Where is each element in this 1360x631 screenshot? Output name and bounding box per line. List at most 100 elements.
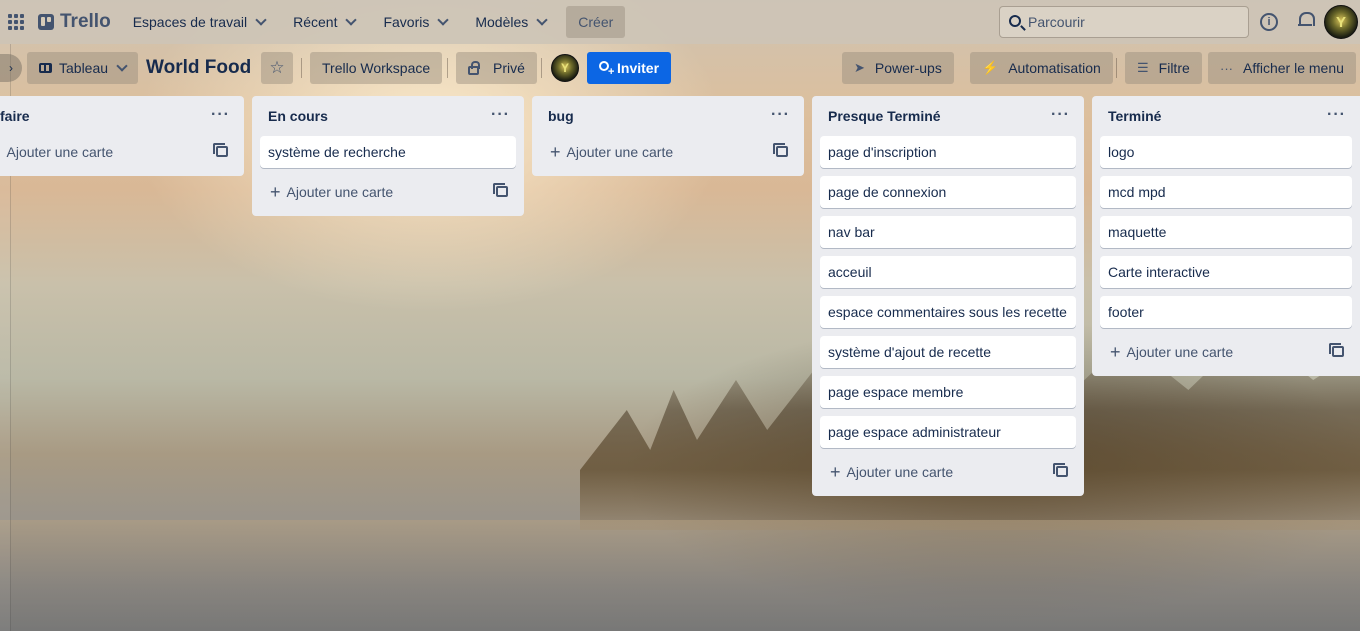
list-title[interactable]: faire [0,108,30,124]
plus-icon: + [830,462,841,482]
trello-logo-icon [38,14,54,30]
powerups-label: Power-ups [874,60,942,76]
app-switcher-icon[interactable] [8,14,24,30]
list-menu-icon[interactable]: ··· [771,106,790,124]
nav-recent[interactable]: Récent [283,6,365,38]
search-icon [1009,15,1021,27]
nav-workspaces-label: Espaces de travail [132,14,248,30]
list-header[interactable]: Presque Terminé ··· [812,96,1084,136]
card[interactable]: page d'inscription [820,136,1076,168]
chevron-down-icon [255,14,267,26]
card[interactable]: Carte interactive [1100,256,1352,288]
bell-icon[interactable] [1298,12,1315,28]
user-avatar[interactable]: Y [1324,5,1358,39]
list-en-cours: En cours ··· système de recherche + Ajou… [252,96,524,216]
more-icon: ··· [1220,60,1233,76]
list-menu-icon[interactable]: ··· [491,106,510,124]
list-bug: bug ··· + Ajouter une carte [532,96,804,176]
card[interactable]: footer [1100,296,1352,328]
visibility-label: Privé [493,60,525,76]
star-button[interactable]: ☆ [261,52,293,84]
expand-sidebar-button[interactable]: › [0,54,22,82]
list-header[interactable]: En cours ··· [252,96,524,136]
add-card-label: Ajouter une carte [286,184,394,200]
board-title[interactable]: World Food [146,52,251,84]
list-header[interactable]: bug ··· [532,96,804,136]
card[interactable]: espace commentaires sous les recette [820,296,1076,328]
list-title[interactable]: bug [548,108,574,124]
lock-icon [468,60,480,75]
list-title[interactable]: Presque Terminé [828,108,941,124]
board-view-switcher[interactable]: Tableau [27,52,139,84]
card[interactable]: nav bar [820,216,1076,248]
add-card-label: Ajouter une carte [1126,344,1234,360]
board-member-avatar[interactable]: Y [551,54,579,82]
add-card-label: Ajouter une carte [6,144,114,160]
card-template-icon[interactable] [493,183,508,197]
card-template-icon[interactable] [1053,463,1068,477]
list-faire: faire ··· + Ajouter une carte [0,96,244,176]
board-header: › Tableau World Food ☆ Trello Workspace … [0,44,1360,92]
list-presque-termine: Presque Terminé ··· page d'inscription p… [812,96,1084,496]
filter-label: Filtre [1158,60,1190,76]
visibility-button[interactable]: Privé [456,52,537,84]
invite-button[interactable]: Inviter [587,52,672,84]
list-title[interactable]: Terminé [1108,108,1161,124]
chevron-down-icon [437,14,450,26]
list-header[interactable]: Terminé ··· [1092,96,1360,136]
add-card-label: Ajouter une carte [566,144,674,160]
add-card-button[interactable]: + Ajouter une carte [540,136,796,168]
card-template-icon[interactable] [1329,343,1344,357]
card[interactable]: logo [1100,136,1352,168]
list-menu-icon[interactable]: ··· [1327,106,1346,124]
nav-favorites-label: Favoris [383,14,430,30]
divider [1116,58,1117,78]
list-title[interactable]: En cours [268,108,328,124]
automation-button[interactable]: ⚡ Automatisation [970,52,1113,84]
logo-text: Trello [60,11,111,32]
star-icon: ☆ [269,58,285,77]
list-header[interactable]: faire ··· [0,96,244,136]
add-card-button[interactable]: + Ajouter une carte [260,176,516,208]
list-menu-icon[interactable]: ··· [1051,106,1070,124]
workspace-button[interactable]: Trello Workspace [310,52,443,84]
nav-templates[interactable]: Modèles [465,6,556,38]
plus-icon: + [0,143,1,161]
plus-icon: + [550,142,561,162]
info-icon[interactable]: i [1260,13,1278,31]
nav-workspaces[interactable]: Espaces de travail [123,6,275,38]
card[interactable]: système d'ajout de recette [820,336,1076,368]
card-template-icon[interactable] [213,143,228,157]
card[interactable]: page espace membre [820,376,1076,408]
nav-favorites[interactable]: Favoris [373,6,457,38]
plus-icon: + [1110,342,1121,362]
automation-label: Automatisation [1008,60,1101,76]
powerups-button[interactable]: ➤ Power-ups [842,52,954,84]
rocket-icon: ➤ [854,60,865,75]
card[interactable]: acceuil [820,256,1076,288]
plus-icon: + [270,182,281,202]
chevron-down-icon [536,14,548,26]
trello-logo[interactable]: Trello [38,11,111,33]
card[interactable]: page espace administrateur [820,416,1076,448]
board-icon [39,63,52,73]
search-placeholder: Parcourir [1028,14,1085,30]
add-card-button[interactable]: + Ajouter une carte [0,136,236,168]
add-card-button[interactable]: + Ajouter une carte [1100,336,1352,368]
card[interactable]: maquette [1100,216,1352,248]
show-menu-button[interactable]: ··· Afficher le menu [1208,52,1356,84]
add-card-button[interactable]: + Ajouter une carte [820,456,1076,488]
search-input[interactable]: Parcourir [999,6,1249,38]
card-template-icon[interactable] [773,143,788,157]
divider [301,58,302,78]
card[interactable]: système de recherche [260,136,516,168]
filter-icon: ☰ [1137,60,1149,75]
list-termine: Terminé ··· logo mcd mpd maquette Carte … [1092,96,1360,376]
filter-button[interactable]: ☰ Filtre [1125,52,1202,84]
card[interactable]: mcd mpd [1100,176,1352,208]
lightning-icon: ⚡ [982,60,999,75]
list-menu-icon[interactable]: ··· [211,106,230,124]
card[interactable]: page de connexion [820,176,1076,208]
create-button[interactable]: Créer [566,6,626,38]
chevron-down-icon [116,60,128,72]
